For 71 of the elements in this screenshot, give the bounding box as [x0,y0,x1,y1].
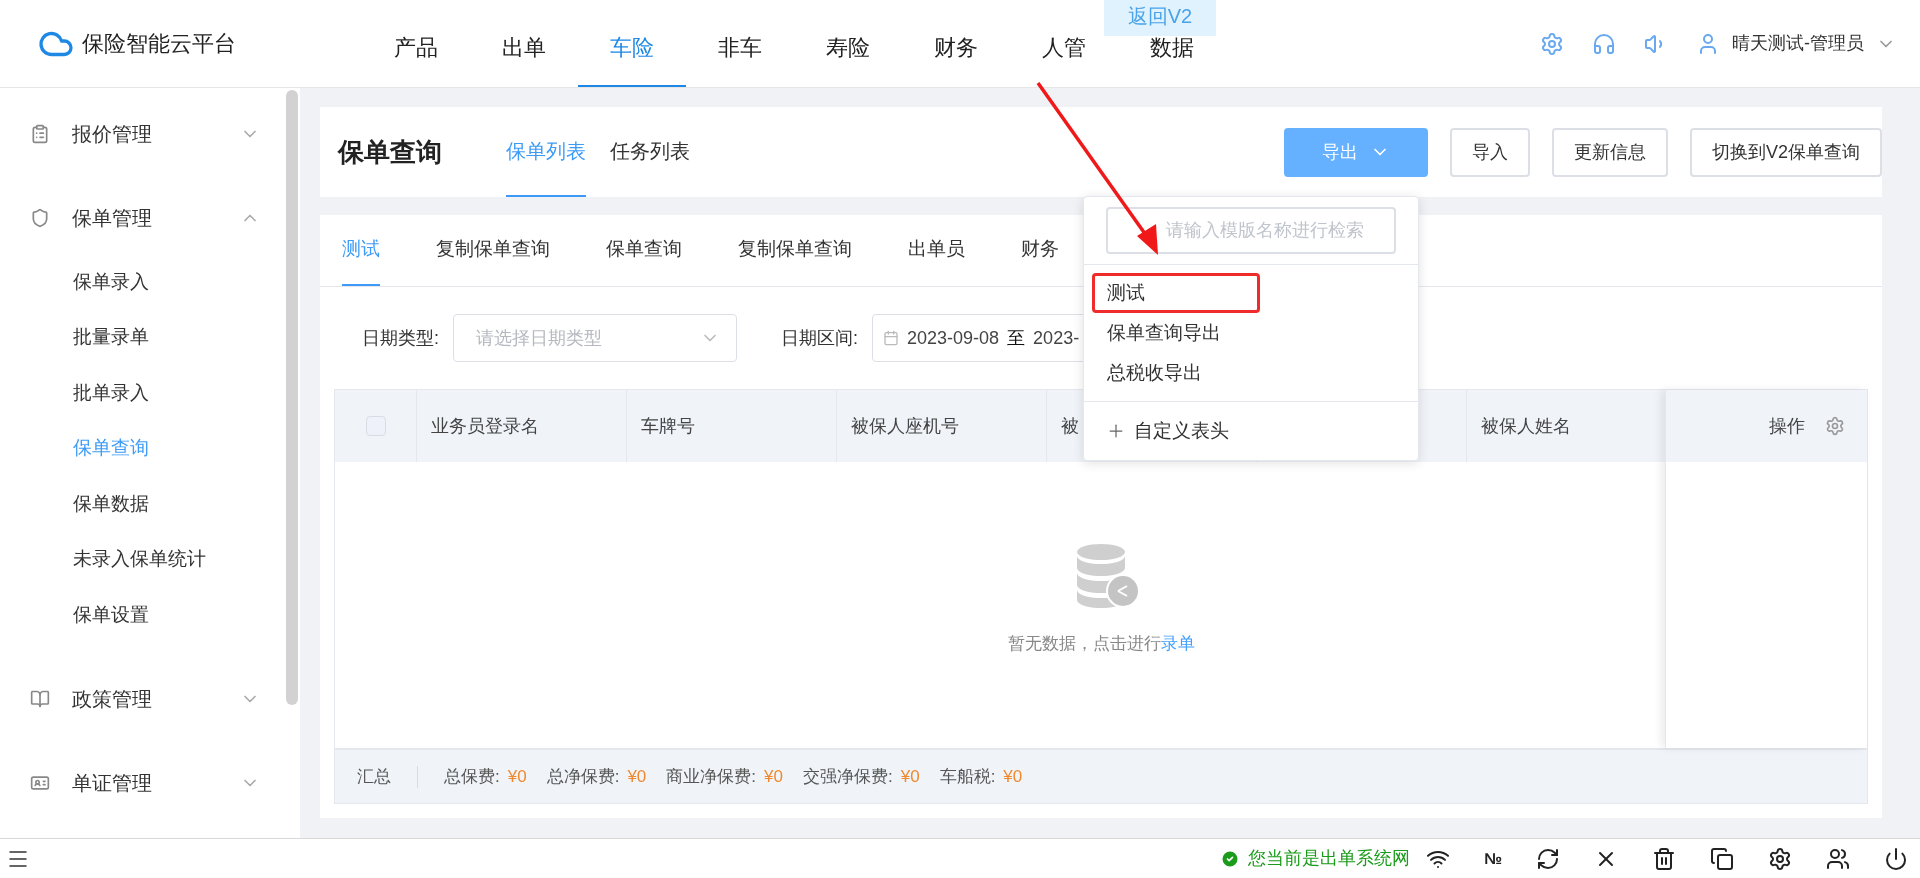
nav-tab[interactable]: 车险 [610,32,654,63]
logo-text: 保险智能云平台 [82,30,236,58]
custom-header-item[interactable]: 自定义表头 [1084,402,1418,460]
sidebar-group-icon [30,208,50,228]
user-name[interactable]: 晴天测试-管理员 [1732,30,1864,57]
sidebar-group-icon [30,688,50,709]
empty-database-icon [1075,543,1141,610]
sidebar-group[interactable]: 单证管理 [0,754,300,811]
column-header: 业务员登录名 [431,414,539,438]
calendar-icon [883,330,900,346]
column-header: 车牌号 [641,414,695,438]
summary-item-label: 总净保费: [546,765,620,788]
nav-tab[interactable]: 财务 [934,32,978,63]
page-tab[interactable]: 任务列表 [610,107,690,197]
column-header: 被 [1061,414,1079,438]
sidebar-item[interactable]: 保单数据 [0,476,300,532]
power-icon[interactable] [1884,846,1908,871]
toolbar-button[interactable]: 切换到V2保单查询 [1689,127,1882,177]
nav-tab[interactable]: 寿险 [826,32,870,63]
query-tab[interactable]: 复制保单查询 [436,215,550,286]
nav-tab[interactable]: 非车 [718,32,762,63]
settings-icon[interactable] [1768,846,1792,871]
sidebar-group[interactable]: 政策管理 [0,670,300,727]
status-message: 您当前是出单系统网 [1248,847,1411,870]
filter-label: 日期类型: [362,326,439,350]
summary-item-label: 总保费: [444,765,500,788]
sidebar-item[interactable]: 批量录单 [0,309,300,365]
export-template-item[interactable]: 测试 [1092,273,1260,313]
nav-tab[interactable]: 人管 [1042,32,1086,63]
summary-item-value: ¥0 [507,765,527,788]
summary-label: 汇总 [357,765,391,788]
range-start: 2023-09-08 [907,326,1000,350]
summary-item-value: ¥0 [1003,765,1023,788]
query-tab[interactable]: 保单查询 [606,215,682,286]
range-end: 2023- [1033,326,1080,350]
column-header: 操作 [1769,414,1805,438]
filter-label: 日期区间: [781,326,859,350]
number-key[interactable]: № [1484,846,1502,871]
scrollbar[interactable] [286,90,298,705]
sidebar-item[interactable]: 保单录入 [0,254,300,310]
query-tab[interactable]: 财务 [1021,215,1059,286]
nav-tab[interactable]: 出单 [502,32,546,63]
trash-icon[interactable] [1652,846,1676,871]
users-icon[interactable] [1826,846,1850,871]
summary-item-value: ¥0 [900,765,920,788]
sidebar-group[interactable]: 保单管理 [0,190,300,246]
check-icon [1220,848,1241,869]
column-header: 被保人座机号 [851,414,959,438]
sidebar-item[interactable]: 批单录入 [0,365,300,421]
sidebar-group-icon [30,124,50,144]
column-header: 被保人姓名 [1481,414,1571,438]
sidebar-item[interactable]: 未录入保单统计 [0,531,300,587]
refresh-icon[interactable] [1536,846,1560,871]
page-title: 保单查询 [338,135,442,169]
summary-item-value: ¥0 [764,765,783,788]
query-tab[interactable]: 复制保单查询 [738,215,852,286]
sidebar-item[interactable]: 保单设置 [0,587,300,643]
toolbar-button[interactable]: 更新信息 [1551,127,1668,177]
range-separator: 至 [1007,326,1026,350]
query-tab[interactable]: 出单员 [908,215,965,286]
summary-item-label: 车船税: [939,765,996,788]
copy-icon[interactable] [1710,846,1734,871]
toolbar-button[interactable]: 导入 [1449,127,1530,177]
empty-message: 暂无数据，点击进行录单 [1007,633,1195,656]
summary-item-label: 交强净保费: [802,765,893,788]
summary-item-label: 商业净保费: [666,765,757,788]
sidebar-group[interactable]: 报价管理 [0,106,300,162]
nav-tab[interactable]: 产品 [394,32,438,63]
template-search-field[interactable]: 请输入模版名称进行检索 [1106,207,1396,254]
select-all-checkbox[interactable] [365,416,386,436]
summary-item-value: ¥0 [627,765,647,788]
